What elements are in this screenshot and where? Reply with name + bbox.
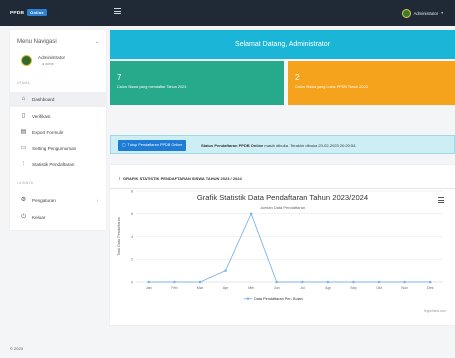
window-close-icon: ▢ bbox=[122, 143, 126, 147]
hamburger-menu-icon[interactable] bbox=[114, 8, 121, 15]
data-point bbox=[352, 280, 355, 284]
sidebar-user-role-text: admin bbox=[45, 62, 55, 66]
status-dot-icon: ● bbox=[42, 62, 45, 66]
x-tick-label: Mar bbox=[197, 286, 204, 290]
data-point bbox=[275, 280, 279, 284]
stat-description: Calon Siswa yang mendaftar Tahun 2023 bbox=[117, 85, 187, 89]
stat-value: 2 bbox=[295, 73, 300, 82]
user-name: Administrator bbox=[413, 10, 439, 16]
sidebar-item-statistik[interactable]: ⫶ Statistik Pendaftaran bbox=[10, 157, 106, 172]
sidebar-item-pengaturan[interactable]: ⚙ Pengaturan › bbox=[10, 193, 106, 208]
caret-down-icon: ▾ bbox=[441, 11, 443, 15]
chevron-down-icon[interactable]: ⌄ bbox=[95, 39, 99, 45]
sidebar-avatar bbox=[21, 55, 32, 66]
sidebar-item-label: Setting Pengumuman bbox=[32, 146, 77, 151]
brand-badge: Online bbox=[27, 9, 47, 16]
sidebar-item-label: Keluar bbox=[32, 215, 46, 220]
x-tick-label: Sep bbox=[350, 286, 356, 290]
file-export-icon: ▤ bbox=[20, 129, 27, 135]
line-chart: 0 2 4 6 8 Jan Feb Mar Apr Mei Jun Jul Agt Sep Okt Nov De… bbox=[117, 189, 443, 301]
chart-icon: ⫶ bbox=[22, 161, 25, 167]
stat-box-passed: 2 Calon Siswa yang Lolos PPDB Tahun 2023 bbox=[288, 61, 455, 105]
legend-point-marker bbox=[246, 297, 250, 300]
sidebar-item-export-formulir[interactable]: ▤ Export Formulir bbox=[10, 125, 106, 140]
sidebar-item-label: Verifikasi bbox=[32, 114, 51, 119]
x-tick-label: Nov bbox=[401, 286, 408, 290]
sidebar-user-name: Administrator bbox=[38, 55, 66, 60]
sidebar-section-main: UTAMA bbox=[17, 81, 31, 85]
sidebar-item-label: Pengaturan bbox=[32, 198, 56, 203]
y-axis-title: Total Data Pendaftaran bbox=[117, 217, 121, 256]
data-point bbox=[173, 280, 176, 284]
close-registration-button[interactable]: ▢ Tutup Pendaftaran PPDB Online bbox=[118, 140, 187, 151]
y-tick-label: 2 bbox=[131, 258, 133, 262]
x-tick-label: Jun bbox=[274, 286, 280, 290]
legend-label: Data Pendaftaran Per- Bulan bbox=[254, 297, 303, 301]
file-check-icon: ▯ bbox=[21, 113, 26, 119]
brand[interactable]: PPDB Online bbox=[10, 9, 47, 16]
footer-copyright: © 2023 bbox=[10, 346, 23, 351]
y-tick-label: 0 bbox=[131, 280, 133, 284]
data-point bbox=[300, 280, 304, 284]
avatar bbox=[401, 8, 411, 18]
registration-status-alert: ▢ Tutup Pendaftaran PPDB Online Status P… bbox=[110, 135, 455, 154]
sidebar-item-label: Export Formulir bbox=[32, 130, 64, 135]
sidebar-user-role: ● admin bbox=[42, 62, 54, 66]
stat-value: 7 bbox=[117, 73, 122, 82]
file-settings-icon: ▭ bbox=[20, 145, 27, 151]
gear-icon: ⚙ bbox=[20, 197, 27, 203]
data-point bbox=[198, 280, 202, 284]
chart-card: ⫶ GRAFIK STATISTIK PENDAFTARAN SISWA TAH… bbox=[110, 165, 455, 325]
x-tick-label: Jan bbox=[146, 286, 152, 290]
sidebar-section-other: LAINNYA bbox=[17, 181, 34, 185]
sidebar: Menu Navigasi ⌄ Administrator ● admin UT… bbox=[10, 30, 106, 230]
x-tick-label: Des bbox=[427, 286, 434, 290]
status-text-body: masih dibuka. Terakhir dibuka 23-02-2023… bbox=[264, 143, 357, 148]
status-text-bold: Status Pendaftaran PPDB Online bbox=[201, 143, 264, 148]
user-menu[interactable]: Administrator ▾ bbox=[401, 7, 443, 19]
data-point bbox=[377, 280, 381, 284]
sidebar-item-verifikasi[interactable]: ▯ Verifikasi bbox=[10, 109, 106, 124]
brand-name: PPDB bbox=[10, 11, 25, 16]
chart-credits[interactable]: Highcharts.com bbox=[424, 309, 446, 313]
home-icon: ⌂ bbox=[21, 96, 26, 102]
data-point bbox=[326, 280, 330, 284]
sidebar-item-keluar[interactable]: ⏻ Keluar bbox=[10, 210, 106, 225]
chevron-right-icon: › bbox=[96, 198, 99, 203]
y-tick-label: 8 bbox=[131, 189, 133, 193]
stat-description: Calon Siswa yang Lolos PPDB Tahun 2023 bbox=[295, 85, 368, 89]
x-tick-label: Okt bbox=[376, 286, 382, 290]
data-point bbox=[249, 212, 253, 216]
x-tick-label: Jul bbox=[300, 286, 305, 290]
welcome-text: Selamat Datang, Administrator bbox=[235, 41, 330, 48]
x-tick-label: Apr bbox=[223, 286, 229, 290]
data-point bbox=[428, 280, 432, 284]
data-point bbox=[403, 280, 406, 284]
welcome-banner: Selamat Datang, Administrator bbox=[110, 30, 455, 59]
sidebar-header: Menu Navigasi bbox=[17, 39, 57, 45]
sidebar-item-setting-pengumuman[interactable]: ▭ Setting Pengumuman bbox=[10, 141, 106, 156]
sidebar-item-dashboard[interactable]: ⌂ Dashboard bbox=[10, 92, 106, 107]
power-icon: ⏻ bbox=[21, 214, 26, 220]
stat-box-registered: 7 Calon Siswa yang mendaftar Tahun 2023 bbox=[110, 61, 284, 105]
y-tick-label: 4 bbox=[131, 235, 133, 239]
x-tick-label: Mei bbox=[248, 286, 254, 290]
x-tick-label: Agt bbox=[325, 286, 330, 290]
status-text: Status Pendaftaran PPDB Online masih dib… bbox=[201, 143, 357, 148]
top-navbar: PPDB Online Administrator ▾ bbox=[0, 0, 455, 26]
y-tick-label: 6 bbox=[131, 212, 133, 216]
close-registration-label: Tutup Pendaftaran PPDB Online bbox=[127, 143, 183, 147]
series-line bbox=[148, 212, 431, 283]
data-point bbox=[147, 280, 151, 284]
sidebar-item-label: Dashboard bbox=[32, 97, 55, 102]
data-point bbox=[224, 269, 227, 272]
x-tick-label: Feb bbox=[171, 286, 177, 290]
sidebar-item-label: Statistik Pendaftaran bbox=[32, 162, 75, 167]
